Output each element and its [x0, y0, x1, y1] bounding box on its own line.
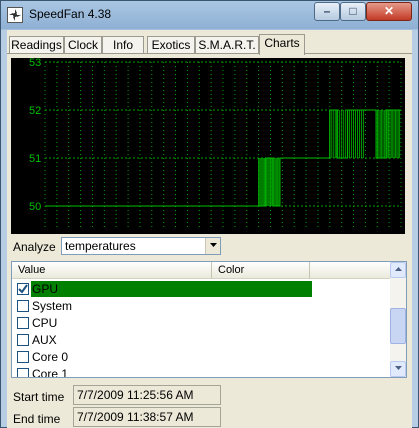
fan-icon [7, 7, 23, 23]
list-item-label: AUX [32, 333, 57, 347]
list-item-core1[interactable]: Core 1 [12, 366, 312, 378]
scroll-up-button[interactable] [390, 262, 406, 278]
analyze-label: Analyze [13, 240, 56, 254]
tab-info[interactable]: Info [102, 36, 144, 54]
tab-divider [7, 53, 412, 54]
minimize-icon: – [323, 4, 331, 18]
tab-readings[interactable]: Readings [9, 36, 64, 54]
checkbox-core0[interactable] [17, 351, 29, 363]
maximize-icon: □ [349, 4, 357, 18]
tab-exotics[interactable]: Exotics [147, 36, 195, 54]
minimize-button[interactable]: – [314, 2, 340, 21]
column-value[interactable]: Value [12, 262, 212, 279]
analyze-dropdown[interactable]: temperatures [61, 237, 221, 255]
checkmark-icon [18, 284, 28, 294]
column-color[interactable]: Color [212, 262, 310, 279]
chevron-down-icon [209, 243, 217, 247]
list-item-cpu[interactable]: CPU [12, 315, 312, 332]
scroll-down-button[interactable] [390, 361, 406, 377]
checkbox-gpu[interactable] [17, 283, 29, 295]
checkbox-cpu[interactable] [17, 317, 29, 329]
window-title: SpeedFan 4.38 [29, 7, 112, 21]
list-item-core0[interactable]: Core 0 [12, 349, 312, 366]
chevron-down-icon [394, 366, 402, 370]
client-area: Readings Clock Info Exotics S.M.A.R.T. C… [7, 30, 412, 428]
checkbox-aux[interactable] [17, 334, 29, 346]
start-time-label: Start time [13, 390, 65, 404]
y-tick-label: 51 [29, 153, 41, 165]
list-item-label: Core 0 [32, 350, 69, 364]
close-icon: ✕ [383, 4, 395, 18]
y-tick-label: 50 [29, 201, 41, 213]
title-bar[interactable]: SpeedFan 4.38 – □ ✕ [1, 1, 418, 29]
list-item-system[interactable]: System [12, 298, 312, 315]
end-time-field[interactable]: 7/7/2009 11:38:57 AM [73, 407, 221, 427]
tab-clock[interactable]: Clock [64, 36, 102, 54]
list-item-label: CPU [32, 316, 58, 330]
scroll-thumb[interactable] [390, 308, 406, 344]
checkbox-system[interactable] [17, 300, 29, 312]
checkbox-core1[interactable] [17, 368, 29, 377]
sensor-list: Value Color GPU System CPU AUX Core 0 Co… [11, 261, 407, 378]
list-item-label: Core 1 [32, 367, 69, 378]
chart-canvas: 53 52 51 50 [29, 58, 402, 230]
temperature-chart: 53 52 51 50 [11, 58, 405, 234]
y-tick-label: 52 [29, 105, 41, 117]
list-item-gpu[interactable]: GPU [12, 281, 312, 298]
list-item-aux[interactable]: AUX [12, 332, 312, 349]
maximize-button[interactable]: □ [340, 2, 366, 21]
speedfan-window: SpeedFan 4.38 – □ ✕ Readings Clock Info … [0, 0, 419, 428]
tab-charts[interactable]: Charts [259, 34, 305, 55]
close-button[interactable]: ✕ [366, 2, 412, 21]
list-item-label: System [32, 299, 73, 313]
tab-smart[interactable]: S.M.A.R.T. [195, 36, 259, 54]
start-time-field[interactable]: 7/7/2009 11:25:56 AM [73, 385, 221, 405]
end-time-label: End time [13, 412, 61, 426]
list-header: Value Color [12, 262, 390, 279]
analyze-value: temperatures [65, 239, 136, 253]
list-item-label: GPU [32, 282, 59, 296]
tab-strip: Readings Clock Info Exotics S.M.A.R.T. C… [7, 34, 412, 55]
chevron-up-icon [394, 267, 402, 271]
y-tick-label: 53 [29, 58, 41, 69]
vertical-scrollbar[interactable] [390, 262, 406, 377]
dropdown-arrow-button[interactable] [205, 238, 220, 254]
